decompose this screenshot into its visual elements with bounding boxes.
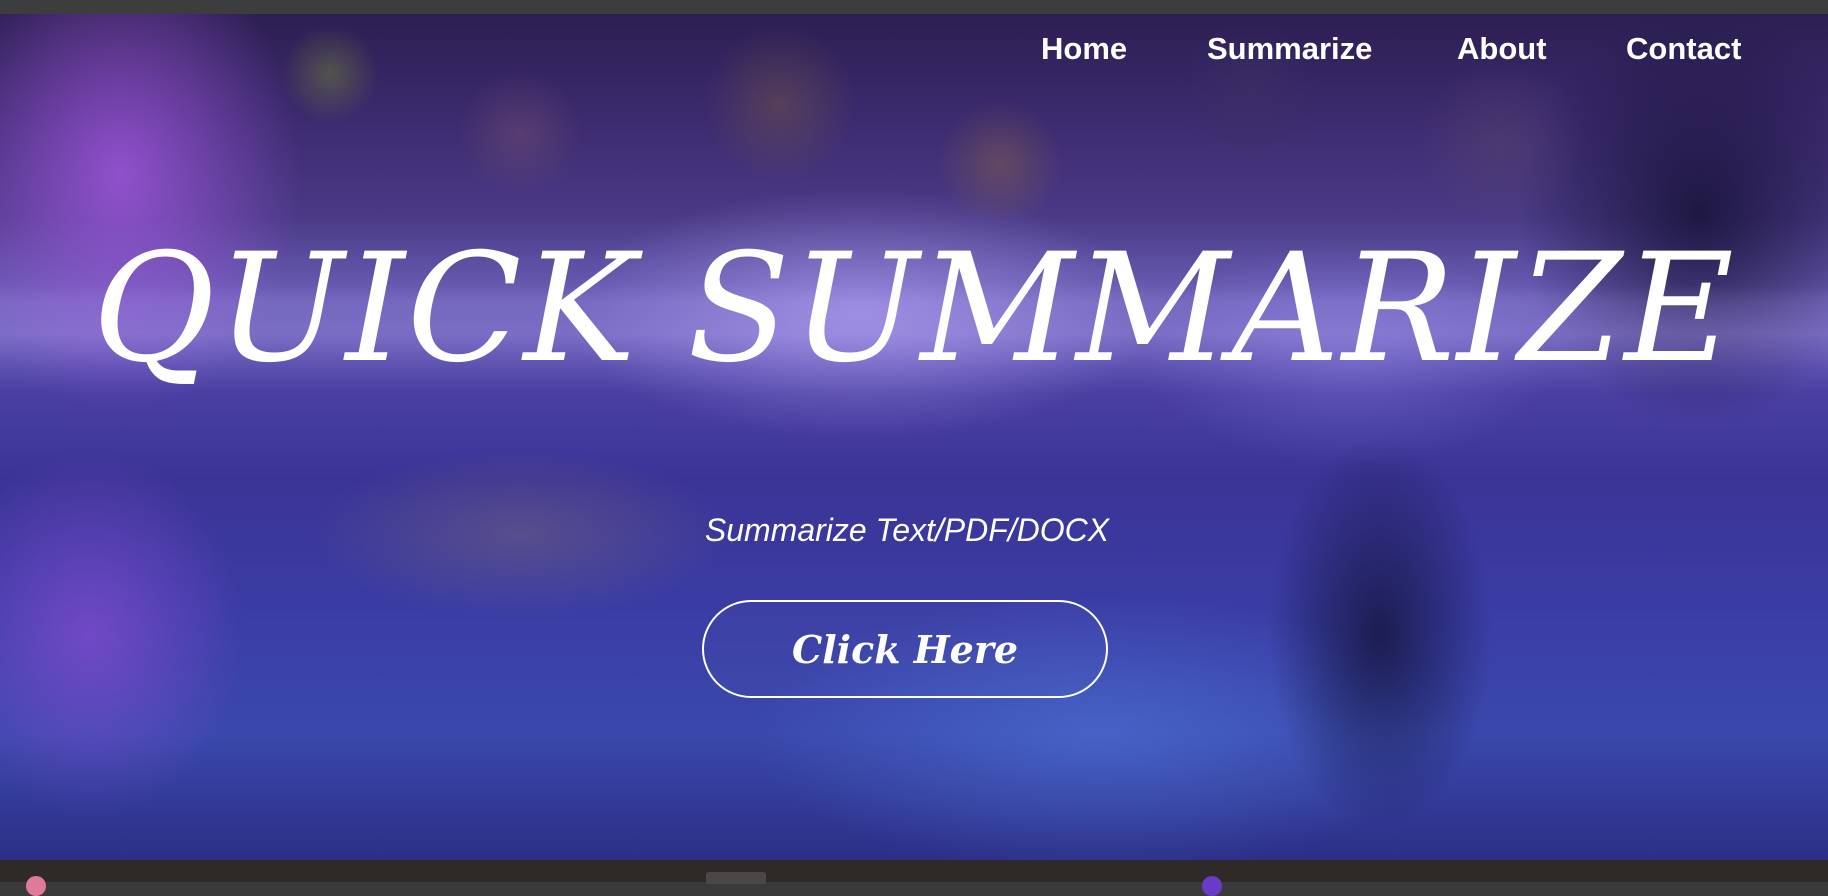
taskbar-strip xyxy=(0,860,1828,882)
page-subtitle: Summarize Text/PDF/DOCX xyxy=(704,512,1110,548)
window-top-strip xyxy=(0,0,1828,14)
nav-home-link[interactable]: Home xyxy=(1041,31,1127,67)
nav-about-link[interactable]: About xyxy=(1457,31,1547,67)
taskbar-app-icon[interactable] xyxy=(1202,876,1222,896)
nav-summarize-link[interactable]: Summarize xyxy=(1207,31,1372,67)
hero-background: QUICK SUMMARIZE Summarize Text/PDF/DOCX … xyxy=(0,14,1828,860)
page-title: QUICK SUMMARIZE xyxy=(92,222,1736,396)
taskbar-tab[interactable] xyxy=(706,872,766,884)
click-here-button[interactable]: Click Here xyxy=(702,600,1108,698)
nav-contact-link[interactable]: Contact xyxy=(1626,31,1741,67)
taskbar-app-icon[interactable] xyxy=(26,876,46,896)
